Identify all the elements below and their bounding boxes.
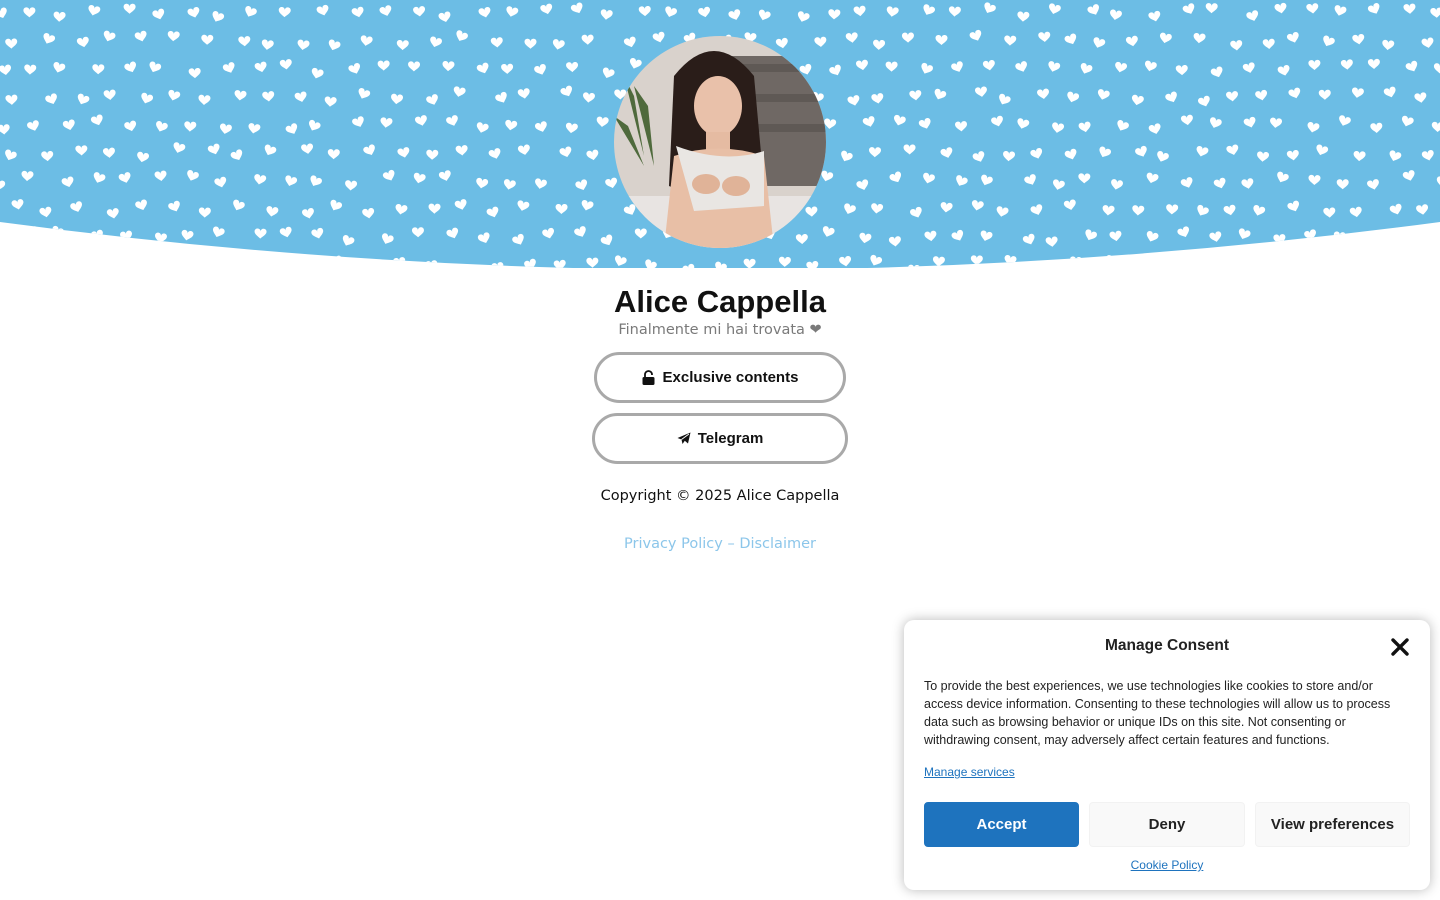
- heart-pattern-icon: [1289, 256, 1302, 267]
- heart-pattern-icon: [1029, 260, 1042, 268]
- deny-button[interactable]: Deny: [1089, 802, 1245, 847]
- lock-open-icon: [642, 370, 656, 386]
- accept-button[interactable]: Accept: [924, 802, 1079, 847]
- consent-title: Manage Consent: [1104, 637, 1229, 654]
- heart-pattern-icon: [1131, 263, 1144, 268]
- privacy-policy-link[interactable]: Privacy Policy: [624, 536, 723, 552]
- telegram-button[interactable]: Telegram: [592, 413, 848, 464]
- paper-plane-icon: [677, 431, 691, 447]
- close-icon[interactable]: [1390, 637, 1410, 657]
- heart-pattern-icon: [1420, 257, 1432, 268]
- heart-pattern-icon: [363, 259, 375, 268]
- manage-services-link[interactable]: Manage services: [924, 765, 1015, 779]
- heart-pattern-icon: [1319, 259, 1332, 268]
- consent-body: To provide the best experiences, we use …: [924, 679, 1391, 747]
- heart-pattern-icon: [39, 255, 52, 266]
- heart-pattern-icon: [1433, 231, 1440, 242]
- heart-pattern-icon: [1162, 262, 1175, 268]
- heart-pattern-icon: [329, 255, 342, 267]
- profile-name: Alice Cappella: [614, 284, 826, 319]
- disclaimer-link[interactable]: Disclaimer: [739, 536, 816, 552]
- heart-pattern-icon: [232, 263, 245, 268]
- heart-pattern-icon: [134, 261, 147, 268]
- heart-pattern-icon: [1370, 232, 1383, 243]
- profile-tagline: Finalmente mi hai trovata ❤: [618, 322, 822, 338]
- cookie-policy-link[interactable]: Cookie Policy: [1131, 858, 1204, 872]
- legal-links: Privacy Policy – Disclaimer: [0, 533, 1440, 555]
- heart-pattern-icon: [267, 255, 280, 267]
- heart-pattern-icon: [1259, 255, 1271, 267]
- heart-pattern-icon: [299, 259, 312, 268]
- heart-pattern-icon: [0, 235, 3, 246]
- consent-dialog: Manage Consent To provide the best exper…: [904, 620, 1430, 890]
- exclusive-contents-button[interactable]: Exclusive contents: [594, 352, 846, 403]
- heart-pattern-icon: [1194, 257, 1207, 268]
- heart-pattern-icon: [1405, 227, 1418, 239]
- cookie-policy-row: Cookie Policy: [904, 858, 1430, 872]
- telegram-label: Telegram: [697, 430, 764, 447]
- view-preferences-button[interactable]: View preferences: [1255, 802, 1410, 847]
- heart-pattern-icon: [169, 259, 182, 268]
- legal-separator: –: [722, 536, 740, 552]
- profile-avatar: [614, 36, 826, 248]
- link-in-bio-page: Alice Cappella Finalmente mi hai trovata…: [0, 0, 1440, 900]
- heart-pattern-icon: [107, 255, 120, 266]
- heart-pattern-icon: [199, 255, 212, 267]
- exclusive-contents-label: Exclusive contents: [662, 369, 799, 386]
- heart-pattern-icon: [25, 226, 38, 237]
- heart-pattern-icon: [1381, 260, 1394, 268]
- heart-pattern-icon: [12, 264, 25, 268]
- heart-pattern-icon: [1230, 254, 1242, 265]
- heart-pattern-icon: [462, 264, 475, 268]
- copyright-text: Copyright © 2025 Alice Cappella: [600, 488, 840, 504]
- heart-pattern-icon: [1352, 258, 1365, 268]
- heart-pattern-icon: [74, 258, 87, 268]
